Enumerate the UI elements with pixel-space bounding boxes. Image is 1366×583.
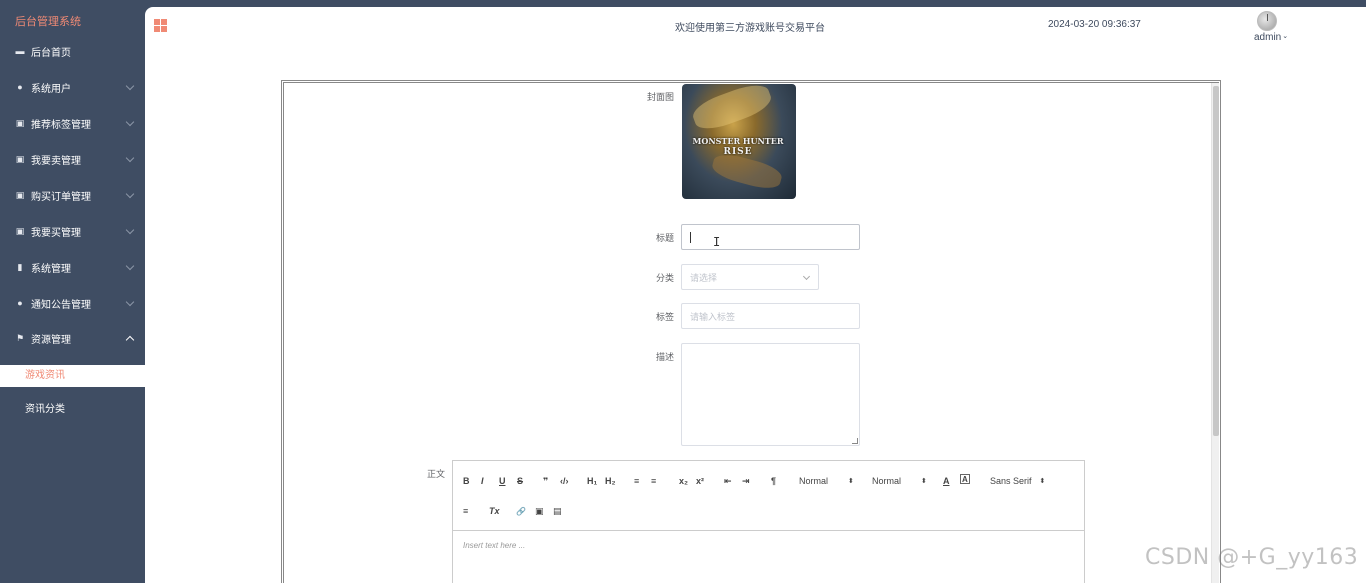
- sidebar-item-orders[interactable]: ▣ 购买订单管理: [0, 177, 145, 213]
- edit-icon: ▣: [15, 117, 25, 128]
- h1-button[interactable]: H₁: [587, 474, 597, 488]
- app-title: 后台管理系统: [15, 16, 81, 28]
- tags-input[interactable]: 请输入标签: [681, 303, 860, 329]
- subscript-button[interactable]: x₂: [679, 474, 688, 488]
- cover-image[interactable]: MONSTER HUNTER RISE: [682, 84, 796, 199]
- sidebar-subitem-news-category[interactable]: 资讯分类: [0, 400, 145, 420]
- description-label: 描述: [655, 352, 674, 362]
- sidebar: 后台管理系统 ▬ 后台首页 ● 系统用户 ▣ 推荐标签管理 ▣ 我要卖管理 ▣ …: [0, 0, 166, 583]
- chevron-down-icon: [802, 272, 811, 281]
- updown-icon: ⬍: [1039, 478, 1046, 485]
- superscript-button[interactable]: x²: [696, 474, 704, 488]
- indent-button[interactable]: ⇥: [742, 474, 750, 488]
- h2-button[interactable]: H₂: [605, 474, 616, 488]
- avatar[interactable]: [1257, 11, 1277, 31]
- size-select[interactable]: Normal ⬍: [872, 474, 927, 488]
- resize-handle-icon[interactable]: [852, 438, 858, 444]
- link-button[interactable]: 🔗: [516, 504, 526, 518]
- sidebar-item-system-users[interactable]: ● 系统用户: [0, 69, 145, 105]
- edit-icon: ▣: [15, 225, 25, 236]
- datetime: 2024-03-20 09:36:37: [1048, 19, 1141, 30]
- text-color-button[interactable]: A: [943, 474, 950, 488]
- sidebar-item-notices[interactable]: ● 通知公告管理: [0, 285, 145, 321]
- direction-button[interactable]: ¶: [771, 474, 776, 488]
- blockquote-button[interactable]: ❞: [543, 474, 548, 488]
- editor-content[interactable]: Insert text here ...: [463, 541, 525, 550]
- user-menu[interactable]: admin⌄: [1254, 32, 1288, 43]
- cover-logo: MONSTER HUNTER RISE: [692, 136, 784, 157]
- code-block-button[interactable]: ‹/›: [560, 474, 569, 488]
- description-textarea[interactable]: [681, 343, 860, 446]
- bold-button[interactable]: B: [463, 474, 470, 488]
- align-button[interactable]: ≡: [463, 504, 468, 518]
- username: admin: [1254, 32, 1282, 43]
- scroll-thumb[interactable]: [1213, 86, 1219, 436]
- sidebar-item-label: 我要卖管理: [31, 155, 81, 167]
- ordered-list-button[interactable]: ≡: [634, 474, 639, 488]
- updown-icon: ⬍: [848, 478, 854, 485]
- body-label: 正文: [426, 469, 445, 479]
- chevron-down-icon: [125, 261, 135, 271]
- title-label: 标题: [655, 233, 674, 243]
- chevron-down-icon: [125, 225, 135, 235]
- ibeam-cursor-icon: I: [713, 235, 721, 249]
- edit-icon: ▣: [15, 153, 25, 164]
- sidebar-item-label: 后台首页: [31, 47, 71, 59]
- title-input[interactable]: [681, 224, 860, 250]
- sidebar-item-recommend-tags[interactable]: ▣ 推荐标签管理: [0, 105, 145, 141]
- italic-button[interactable]: I: [481, 474, 484, 488]
- chevron-down-icon: [125, 117, 135, 127]
- sidebar-item-buy[interactable]: ▣ 我要买管理: [0, 213, 145, 249]
- video-button[interactable]: ▤: [553, 504, 562, 518]
- strike-button[interactable]: S: [517, 474, 523, 488]
- sidebar-item-label: 系统用户: [31, 83, 71, 95]
- text-caret: [690, 231, 691, 243]
- cover-label: 封面图: [646, 92, 674, 102]
- category-label: 分类: [655, 273, 674, 283]
- sidebar-item-system-manage[interactable]: ▮ 系统管理: [0, 249, 145, 285]
- welcome-text: 欢迎使用第三方游戏账号交易平台: [675, 23, 825, 34]
- category-select[interactable]: 请选择: [681, 264, 819, 290]
- info-icon: ●: [17, 298, 23, 308]
- edit-icon: ▣: [15, 189, 25, 200]
- chevron-down-icon: [125, 189, 135, 199]
- sidebar-item-label: 推荐标签管理: [31, 119, 91, 131]
- bar-chart-icon: ▮: [17, 261, 23, 272]
- sidebar-item-label: 购买订单管理: [31, 191, 91, 203]
- bullet-list-button[interactable]: ≡: [651, 474, 656, 488]
- rich-text-editor: B I U S ❞ ‹/› H₁ H₂ ≡ ≡ x₂ x² ⇤ ⇥ ¶ Norm…: [452, 460, 1085, 583]
- user-icon: ●: [17, 82, 23, 92]
- updown-icon: ⬍: [921, 478, 927, 485]
- image-button[interactable]: ▣: [535, 504, 544, 518]
- background-color-button[interactable]: A: [960, 474, 970, 484]
- chevron-down-icon: [125, 81, 135, 91]
- header-select[interactable]: Normal ⬍: [799, 474, 854, 488]
- monitor-icon: ▬: [15, 46, 25, 56]
- sidebar-item-label: 我要买管理: [31, 227, 81, 239]
- chevron-down-icon: [125, 297, 135, 307]
- flag-icon: ⚑: [15, 332, 25, 343]
- chevron-up-icon: [125, 335, 135, 345]
- editor-toolbar: B I U S ❞ ‹/› H₁ H₂ ≡ ≡ x₂ x² ⇤ ⇥ ¶ Norm…: [453, 461, 1084, 531]
- sidebar-item-label: 资源管理: [31, 334, 71, 346]
- font-select[interactable]: Sans Serif ⬍: [990, 474, 1045, 488]
- outdent-button[interactable]: ⇤: [724, 474, 732, 488]
- sidebar-item-sell[interactable]: ▣ 我要卖管理: [0, 141, 145, 177]
- watermark: CSDN @+G_yy163: [1145, 545, 1359, 570]
- sidebar-item-home[interactable]: ▬ 后台首页: [0, 33, 145, 69]
- chevron-down-icon: [125, 153, 135, 163]
- underline-button[interactable]: U: [499, 474, 506, 488]
- sidebar-item-label: 系统管理: [31, 263, 71, 275]
- sidebar-item-resources[interactable]: ⚑ 资源管理: [0, 320, 145, 356]
- main-panel: 欢迎使用第三方游戏账号交易平台 2024-03-20 09:36:37 admi…: [145, 7, 1366, 583]
- sidebar-item-label: 通知公告管理: [31, 299, 91, 311]
- scrollbar[interactable]: [1211, 83, 1219, 583]
- sidebar-subitem-game-news[interactable]: 游戏资讯: [6, 366, 166, 386]
- tags-label: 标签: [655, 312, 674, 322]
- chevron-down-icon: ⌄: [1282, 33, 1289, 40]
- clean-format-button[interactable]: Tx: [489, 504, 500, 518]
- menu-grid-icon[interactable]: [154, 19, 167, 32]
